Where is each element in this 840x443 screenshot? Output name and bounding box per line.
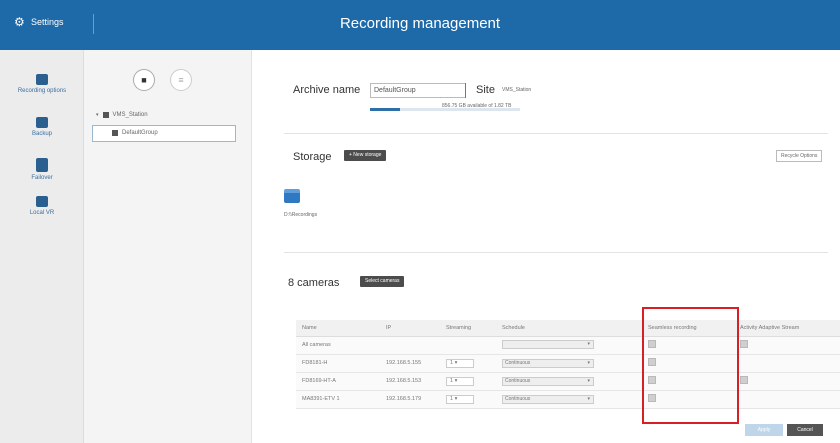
tree-item-station[interactable]: ▾ VMS_Station <box>96 112 148 118</box>
chevron-down-icon: ▾ <box>587 359 590 366</box>
schedule-value: Continuous <box>505 377 531 384</box>
storage-drive-icon[interactable] <box>284 189 300 203</box>
cameras-count-title: 8 cameras <box>288 277 340 289</box>
sidebar: Recording options Backup Failover Local … <box>0 50 84 443</box>
schedule-value: Continuous <box>505 395 531 402</box>
streaming-select[interactable]: 1 ▾ <box>446 394 474 404</box>
column-header-ip[interactable]: IP <box>380 320 440 337</box>
cell-streaming <box>440 336 496 355</box>
chevron-down-icon: ▾ <box>587 395 590 402</box>
column-header-name[interactable]: Name <box>296 320 380 337</box>
divider <box>284 133 828 134</box>
cell-ip: 192.168.5.155 <box>380 354 440 373</box>
apply-button[interactable]: Apply <box>745 424 783 436</box>
site-label: Site <box>476 84 495 96</box>
table-row-all: All cameras ▾ <box>296 336 840 355</box>
local-vr-icon <box>36 196 48 207</box>
streaming-select[interactable]: 1 ▾ <box>446 376 474 386</box>
sidebar-item-label: Recording options <box>17 88 67 94</box>
cell-streaming: 1 ▾ <box>440 390 496 409</box>
cell-streaming: 1 ▾ <box>440 372 496 391</box>
cell-schedule: Continuous ▾ <box>496 390 642 409</box>
site-value: VMS_Station <box>502 87 532 93</box>
storage-usage-bar <box>370 108 520 111</box>
table-row: FD8181-H 192.168.5.155 1 ▾ Continuous ▾ <box>296 354 840 373</box>
cell-ip: 192.168.5.179 <box>380 390 440 409</box>
storage-item-label: D:\\Recordings <box>284 212 318 218</box>
cell-name: FD8181-H <box>296 354 380 373</box>
archive-name-input[interactable]: DefaultGroup <box>370 83 466 98</box>
chevron-down-icon: ▾ <box>587 377 590 384</box>
remove-group-button[interactable]: ≡ <box>170 69 192 91</box>
sidebar-item-label: Backup <box>31 131 52 137</box>
cell-name: FD8169-HT-A <box>296 372 380 391</box>
column-header-streaming[interactable]: Streaming <box>440 320 496 337</box>
tree-panel <box>84 50 252 443</box>
storage-label: Storage <box>293 151 332 163</box>
sidebar-item-recording-options[interactable]: Recording options <box>0 74 84 94</box>
tree-item-label: VMS_Station <box>112 112 148 118</box>
streaming-select[interactable]: 1 ▾ <box>446 358 474 368</box>
divider <box>284 252 828 253</box>
sidebar-item-local-vr[interactable]: Local VR <box>0 196 84 216</box>
storage-usage-fill <box>370 108 400 111</box>
cell-ip <box>380 336 440 355</box>
page-title: Recording management <box>339 15 501 32</box>
cell-schedule: Continuous ▾ <box>496 372 642 391</box>
column-header-aas[interactable]: Activity Adaptive Stream <box>734 320 840 337</box>
schedule-select[interactable]: Continuous ▾ <box>502 358 594 368</box>
cell-aas <box>734 390 840 409</box>
new-storage-button[interactable]: + New storage <box>344 150 387 161</box>
recycle-options-button[interactable]: Recycle Options <box>776 150 823 162</box>
sidebar-item-failover[interactable]: Failover <box>0 158 84 181</box>
sidebar-item-backup[interactable]: Backup <box>0 117 84 137</box>
schedule-select[interactable]: ▾ <box>502 339 594 349</box>
column-header-schedule[interactable]: Schedule <box>496 320 642 337</box>
group-icon <box>112 130 118 136</box>
streaming-value: 1 <box>450 377 454 384</box>
archive-name-label: Archive name <box>293 84 361 96</box>
streaming-value: 1 <box>450 395 454 402</box>
tree-item-group-content: DefaultGroup <box>112 130 158 136</box>
schedule-select[interactable]: Continuous ▾ <box>502 376 594 386</box>
calendar-icon <box>36 74 48 85</box>
aas-checkbox[interactable] <box>740 340 748 348</box>
schedule-value: Continuous <box>505 359 531 366</box>
station-icon <box>102 112 109 118</box>
top-bar: ⚙ Settings Recording management <box>0 0 840 50</box>
sidebar-item-label: Local VR <box>29 210 55 216</box>
select-cameras-button[interactable]: Select cameras <box>360 276 405 287</box>
cell-aas <box>734 336 840 355</box>
sidebar-item-label: Failover <box>31 175 53 181</box>
cameras-table: Name IP Streaming Schedule Seamless reco… <box>296 320 840 409</box>
cell-ip: 192.168.5.153 <box>380 372 440 391</box>
cell-streaming: 1 ▾ <box>440 354 496 373</box>
divider <box>465 83 466 98</box>
cell-aas <box>734 372 840 391</box>
table-row: MA8391-ETV 1 192.168.5.179 1 ▾ Continuou… <box>296 390 840 409</box>
cancel-button[interactable]: Cancel <box>787 424 823 436</box>
streaming-value: 1 <box>450 359 454 366</box>
failover-icon <box>36 158 48 172</box>
backup-icon <box>36 117 48 128</box>
cell-schedule: ▾ <box>496 336 642 355</box>
table-row: FD8169-HT-A 192.168.5.153 1 ▾ Continuous… <box>296 372 840 391</box>
aas-checkbox[interactable] <box>740 376 748 384</box>
collapse-icon: ▾ <box>96 112 99 118</box>
cell-name: All cameras <box>296 336 380 355</box>
cell-aas <box>734 354 840 373</box>
add-group-button[interactable]: ■ <box>133 69 155 91</box>
schedule-select[interactable]: Continuous ▾ <box>502 394 594 404</box>
seamless-recording-highlight <box>642 307 739 424</box>
cell-schedule: Continuous ▾ <box>496 354 642 373</box>
table-header-row: Name IP Streaming Schedule Seamless reco… <box>296 320 840 337</box>
tree-item-label: DefaultGroup <box>122 130 158 136</box>
chevron-down-icon: ▾ <box>587 340 590 347</box>
cell-name: MA8391-ETV 1 <box>296 390 380 409</box>
